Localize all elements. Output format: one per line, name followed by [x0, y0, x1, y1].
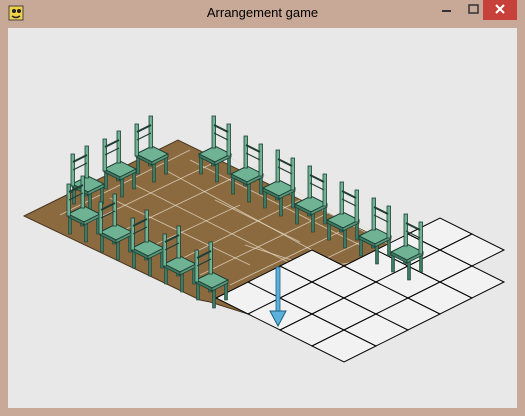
- game-window: Arrangement game: [0, 0, 525, 416]
- close-button[interactable]: [483, 0, 517, 20]
- game-scene[interactable]: [8, 28, 517, 408]
- minimize-icon: [442, 10, 451, 12]
- minimize-button[interactable]: [433, 0, 460, 20]
- close-icon: [495, 4, 505, 14]
- game-canvas[interactable]: [8, 28, 517, 408]
- title-bar[interactable]: Arrangement game: [0, 0, 525, 28]
